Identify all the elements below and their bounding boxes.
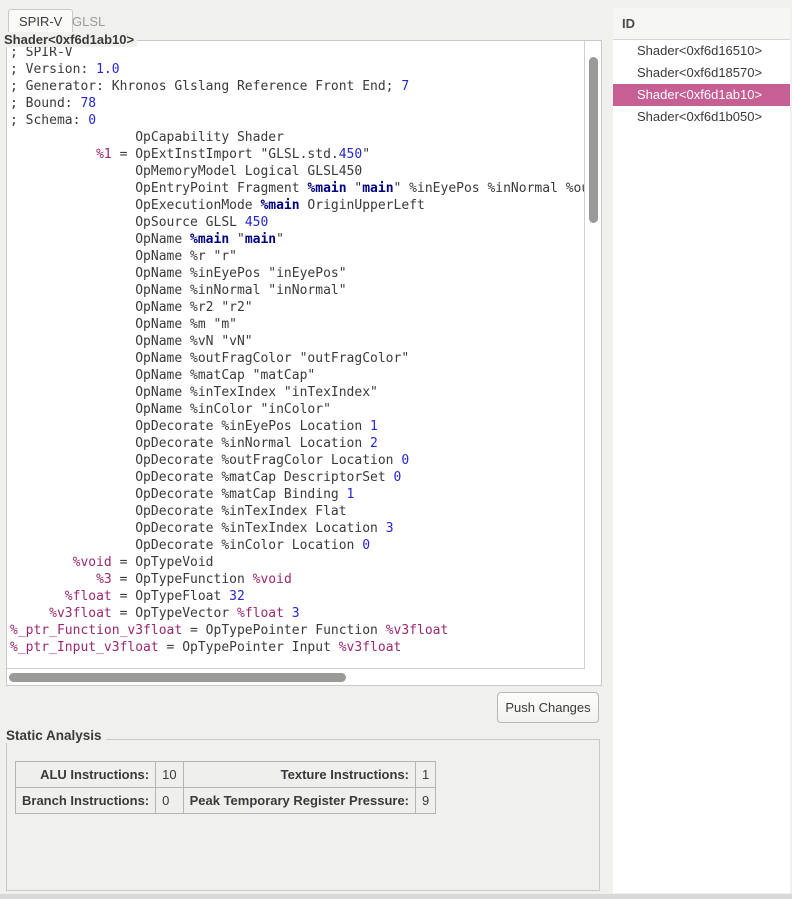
stat-label: Peak Temporary Register Pressure: (183, 788, 415, 814)
push-changes-button[interactable]: Push Changes (497, 692, 599, 723)
shader-list-item[interactable]: Shader<0xf6d16510> (613, 40, 790, 62)
code-line: OpName %vN "vN" (10, 333, 584, 350)
id-column-header[interactable]: ID (613, 8, 790, 40)
tab-glsl[interactable]: GLSL (64, 11, 113, 33)
code-line: ; Bound: 78 (10, 95, 584, 112)
code-line: %float = OpTypeFloat 32 (10, 588, 584, 605)
stat-row: Branch Instructions:0Peak Temporary Regi… (16, 788, 436, 814)
horizontal-scrollbar[interactable] (9, 673, 346, 682)
code-line: %v3float = OpTypeVector %float 3 (10, 605, 584, 622)
code-line: OpName %r "r" (10, 248, 584, 265)
stat-value: 1 (416, 762, 436, 788)
stat-label: Branch Instructions: (16, 788, 156, 814)
shader-id-panel: ID Shader<0xf6d16510>Shader<0xf6d18570>S… (613, 8, 790, 893)
code-line: OpName %m "m" (10, 316, 584, 333)
code-line: OpDecorate %inNormal Location 2 (10, 435, 584, 452)
code-line: OpDecorate %inTexIndex Flat (10, 503, 584, 520)
code-line: %1 = OpExtInstImport "GLSL.std.450" (10, 146, 584, 163)
vertical-scrollbar[interactable] (589, 57, 598, 223)
stat-value: 0 (156, 788, 183, 814)
shader-list-item[interactable]: Shader<0xf6d1ab10> (613, 84, 790, 106)
code-line: OpDecorate %inColor Location 0 (10, 537, 584, 554)
code-line: OpEntryPoint Fragment %main "main" %inEy… (10, 180, 584, 197)
stat-value: 10 (156, 762, 183, 788)
spirv-code-editor[interactable]: ; SPIR-V; Version: 1.0; Generator: Khron… (7, 41, 585, 669)
stat-label: Texture Instructions: (183, 762, 415, 788)
shader-frame-title: Shader<0xf6d1ab10> (4, 32, 137, 47)
static-analysis-frame: ALU Instructions:10Texture Instructions:… (6, 739, 600, 891)
code-line: OpDecorate %outFragColor Location 0 (10, 452, 584, 469)
shader-list-item[interactable]: Shader<0xf6d1b050> (613, 106, 790, 128)
shader-viewer-window: SPIR-V GLSL Shader<0xf6d1ab10> ; SPIR-V;… (0, 0, 792, 899)
code-line: OpName %inTexIndex "inTexIndex" (10, 384, 584, 401)
code-line: ; Generator: Khronos Glslang Reference F… (10, 78, 584, 95)
code-line: OpName %inEyePos "inEyePos" (10, 265, 584, 282)
code-line: %3 = OpTypeFunction %void (10, 571, 584, 588)
stat-row: ALU Instructions:10Texture Instructions:… (16, 762, 436, 788)
code-line: OpName %inColor "inColor" (10, 401, 584, 418)
code-line: OpName %main "main" (10, 231, 584, 248)
code-line: OpSource GLSL 450 (10, 214, 584, 231)
code-line: %_ptr_Function_v3float = OpTypePointer F… (10, 622, 584, 639)
code-line: OpName %inNormal "inNormal" (10, 282, 584, 299)
code-line: OpDecorate %inEyePos Location 1 (10, 418, 584, 435)
shader-code-frame: ; SPIR-V; Version: 1.0; Generator: Khron… (6, 40, 602, 686)
code-line: OpDecorate %matCap Binding 1 (10, 486, 584, 503)
code-line: ; Version: 1.0 (10, 61, 584, 78)
code-line: OpExecutionMode %main OriginUpperLeft (10, 197, 584, 214)
stat-value: 9 (416, 788, 436, 814)
code-line: OpMemoryModel Logical GLSL450 (10, 163, 584, 180)
static-analysis-title: Static Analysis (6, 728, 106, 743)
static-analysis-table: ALU Instructions:10Texture Instructions:… (15, 761, 436, 814)
spirv-code-content: ; SPIR-V; Version: 1.0; Generator: Khron… (7, 41, 584, 656)
code-line: OpDecorate %matCap DescriptorSet 0 (10, 469, 584, 486)
code-line: %void = OpTypeVoid (10, 554, 584, 571)
shader-list-item[interactable]: Shader<0xf6d18570> (613, 62, 790, 84)
code-line: OpName %outFragColor "outFragColor" (10, 350, 584, 367)
code-line: OpDecorate %inTexIndex Location 3 (10, 520, 584, 537)
code-line: OpName %matCap "matCap" (10, 367, 584, 384)
stat-label: ALU Instructions: (16, 762, 156, 788)
shader-id-list: Shader<0xf6d16510>Shader<0xf6d18570>Shad… (613, 40, 790, 128)
code-line: ; Schema: 0 (10, 112, 584, 129)
code-line: %_ptr_Input_v3float = OpTypePointer Inpu… (10, 639, 584, 656)
code-line: OpCapability Shader (10, 129, 584, 146)
bottom-scrollbar-track[interactable] (0, 894, 792, 899)
code-line: OpName %r2 "r2" (10, 299, 584, 316)
